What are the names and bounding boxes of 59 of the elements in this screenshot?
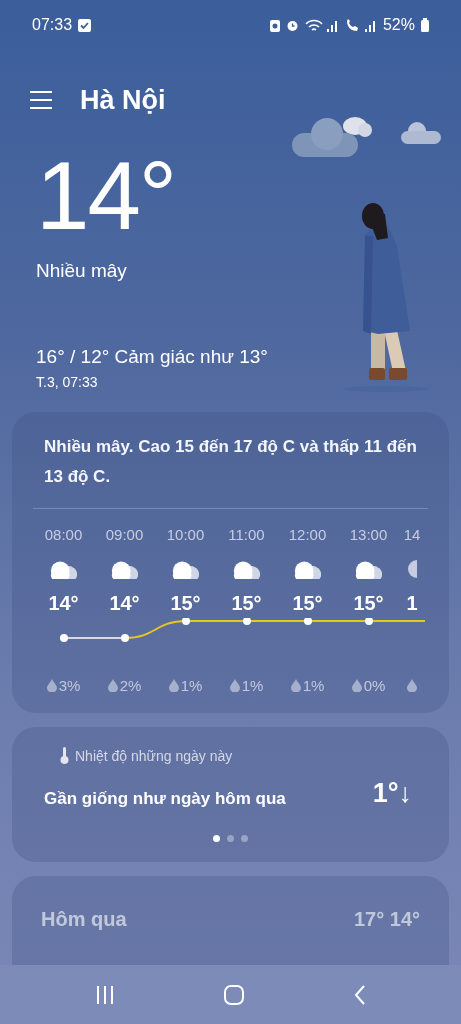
precipitation-chance: 1% [180, 677, 203, 693]
battery-icon [421, 18, 429, 32]
precipitation-chance: 1% [302, 677, 325, 693]
precipitation-chance: 3% [58, 677, 81, 693]
battery-saver-icon [269, 18, 280, 32]
temperature-difference: 1°↓ [372, 778, 412, 809]
menu-button[interactable] [30, 91, 52, 109]
thermometer-icon [60, 747, 69, 764]
hour-time: 10:00 [166, 526, 205, 545]
alarm-icon [285, 18, 299, 32]
cloud-icon [355, 559, 382, 579]
day-temperatures: 17° 14° [353, 907, 420, 931]
hour-time: 13:00 [349, 526, 388, 545]
cloud-icon [233, 559, 260, 579]
raindrop-icon [407, 679, 417, 693]
comparison-message: Gần giống như ngày hôm qua [44, 789, 286, 809]
hour-temperature: 1 [406, 592, 418, 616]
precipitation-chance: 2% [119, 677, 142, 693]
hour-temperature: 15° [170, 592, 201, 616]
precipitation-chance: 0% [363, 677, 386, 693]
page-dot[interactable] [241, 835, 248, 842]
page-dot[interactable] [213, 835, 220, 842]
hour-temperature: 15° [292, 592, 323, 616]
raindrop-icon [168, 679, 179, 693]
raindrop-icon [107, 679, 118, 693]
raindrop-icon [229, 679, 240, 693]
hour-temperature: 14° [109, 592, 140, 616]
cloud-icon [172, 559, 199, 579]
precipitation-chance: 1% [241, 677, 264, 693]
moon-icon [407, 559, 417, 579]
hour-temperature: 15° [231, 592, 262, 616]
raindrop-icon [351, 679, 362, 693]
hour-time: 12:00 [288, 526, 327, 545]
comparison-title: Nhiệt độ những ngày này [75, 747, 233, 764]
page-dot[interactable] [227, 835, 234, 842]
clock-time: 07:33 [32, 16, 73, 34]
hour-temperature: 14° [48, 592, 79, 616]
update-time: T.3, 07:33 [36, 374, 99, 390]
current-temperature: 14° [36, 148, 177, 244]
checkbox-icon [78, 18, 92, 32]
battery-percent: 52% [382, 16, 415, 34]
hour-time: 08:00 [44, 526, 83, 545]
hour-temperature: 15° [353, 592, 384, 616]
hour-time: 09:00 [105, 526, 144, 545]
cloud-icon [50, 559, 77, 579]
forecast-summary: Nhiều mây. Cao 15 đến 17 độ C và thấp 11 đến 13 độ C. [43, 436, 418, 488]
day-name: Hôm qua [41, 907, 128, 931]
call-signal-icon [344, 18, 377, 32]
hour-time: 14 [403, 526, 421, 545]
wifi-signal-icon [304, 18, 339, 32]
cloud-icon [294, 559, 321, 579]
city-name: Hà Nội [80, 84, 166, 116]
raindrop-icon [290, 679, 301, 693]
hour-time: 11:00 [228, 526, 265, 545]
raindrop-icon [46, 679, 57, 693]
weather-condition: Nhiều mây [36, 260, 128, 282]
cloud-icon [111, 559, 138, 579]
cloud-drawing [401, 122, 441, 144]
temperature-range: 16° / 12° Cảm giác như 13° [36, 346, 268, 368]
